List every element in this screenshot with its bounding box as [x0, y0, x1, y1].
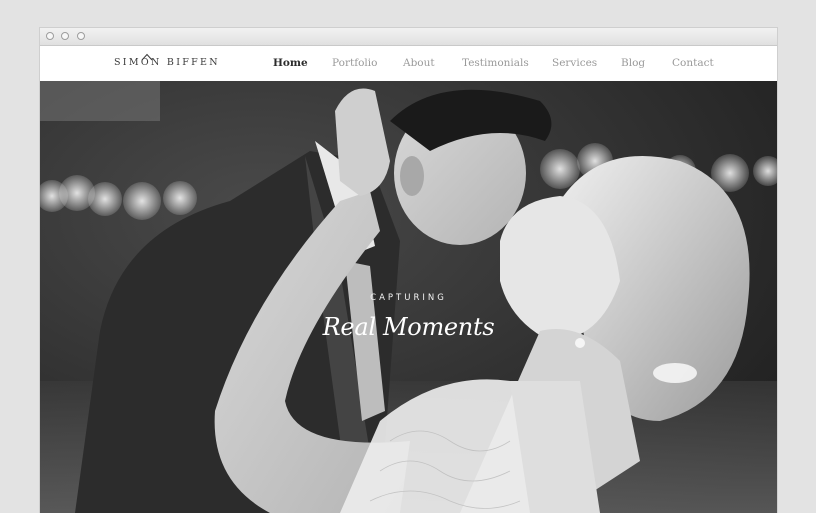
close-window-button[interactable] [46, 32, 54, 40]
hero-section: CAPTURING Real Moments [40, 81, 777, 513]
logo-text: SIMON BIFFEN [114, 57, 220, 68]
nav-testimonials[interactable]: Testimonials [462, 57, 529, 69]
hero-kicker: CAPTURING [370, 293, 447, 303]
window-titlebar [40, 28, 777, 46]
nav-services[interactable]: Services [552, 57, 597, 69]
browser-window: SIMON BIFFEN Home Portfolio About Testim… [40, 28, 777, 513]
mountain-peak-icon [141, 53, 153, 61]
site-header: SIMON BIFFEN Home Portfolio About Testim… [40, 46, 777, 82]
nav-blog[interactable]: Blog [621, 57, 645, 69]
nav-about[interactable]: About [403, 57, 435, 69]
nav-portfolio[interactable]: Portfolio [332, 57, 377, 69]
maximize-window-button[interactable] [77, 32, 85, 40]
nav-home[interactable]: Home [273, 57, 308, 69]
nav-contact[interactable]: Contact [672, 57, 714, 69]
hero-title: Real Moments [322, 313, 495, 341]
site-logo[interactable]: SIMON BIFFEN [114, 53, 224, 71]
minimize-window-button[interactable] [61, 32, 69, 40]
